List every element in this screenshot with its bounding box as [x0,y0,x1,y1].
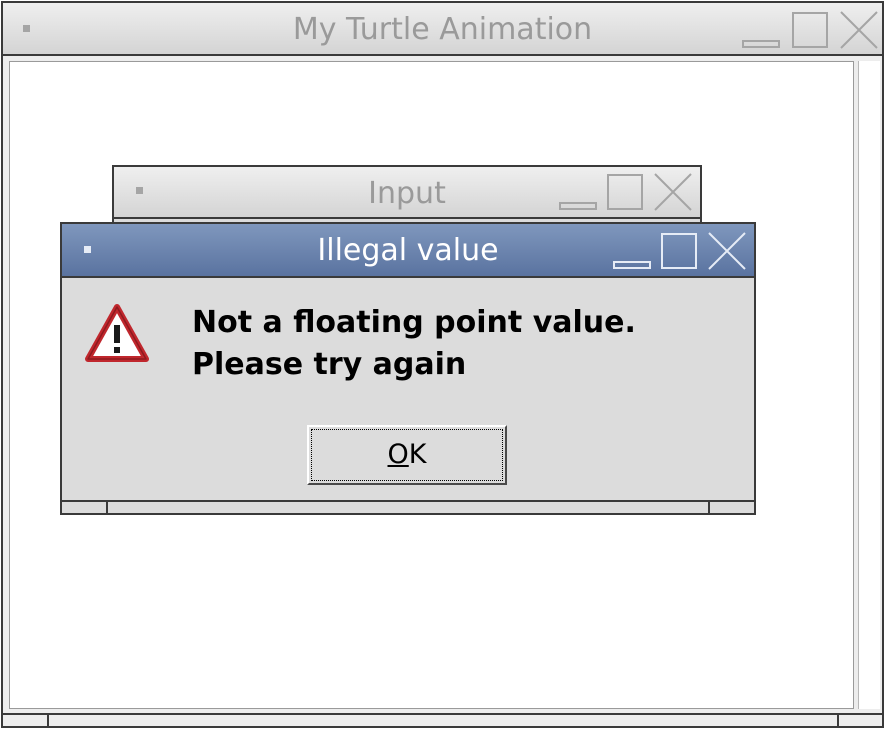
minimize-icon[interactable] [612,234,652,270]
illegal-value-dialog: Illegal value Not a floating point value… [60,222,756,515]
warning-icon [85,304,149,362]
input-dialog-titlebar[interactable]: Input [114,167,700,219]
close-icon[interactable] [838,9,880,51]
alert-dialog-body: Not a floating point value. Please try a… [62,278,754,503]
scrollbar-separator [837,715,839,726]
ok-mnemonic: O [387,439,409,470]
maximize-icon[interactable] [791,11,831,49]
close-icon[interactable] [706,230,748,272]
ok-label-rest: K [408,439,427,470]
maximize-icon[interactable] [660,232,700,270]
resize-handle[interactable] [708,502,710,513]
alert-dialog-titlebar[interactable]: Illegal value [62,224,754,278]
maximize-icon[interactable] [606,173,646,211]
alert-dialog-bottom-border [62,500,754,513]
scrollbar-separator [47,715,49,726]
minimize-icon[interactable] [558,175,598,211]
alert-message: Not a floating point value. Please try a… [192,302,636,386]
main-window-titlebar[interactable]: My Turtle Animation [3,3,882,56]
horizontal-scrollbar[interactable] [3,713,882,726]
ok-button[interactable]: OK [307,425,507,485]
resize-handle[interactable] [106,502,108,513]
alert-message-line: Please try again [192,347,467,382]
minimize-icon[interactable] [741,13,781,49]
close-icon[interactable] [652,171,694,213]
ok-button-label: OK [309,439,505,470]
vertical-scrollbar[interactable] [858,61,880,709]
alert-message-line: Not a floating point value. [192,305,636,340]
